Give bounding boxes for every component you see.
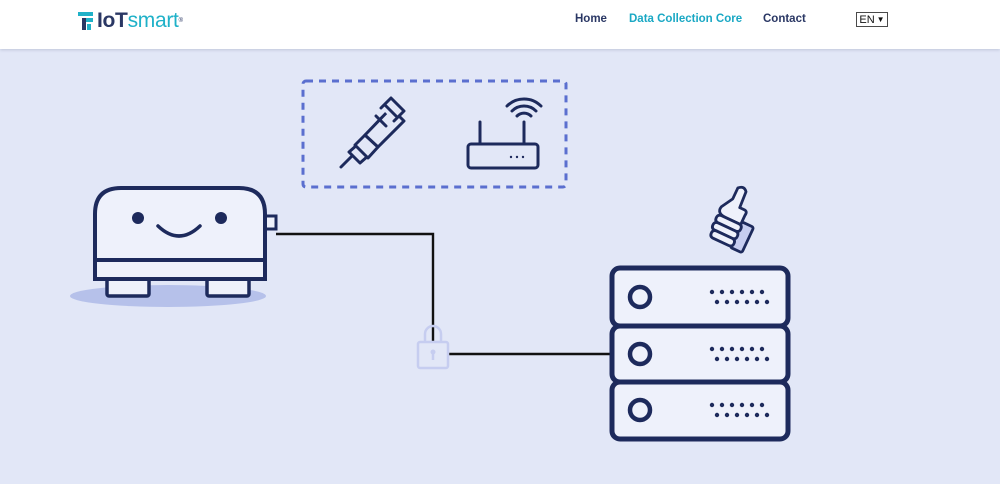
nav-link-contact[interactable]: Contact [763, 13, 806, 25]
connection-cables [276, 232, 612, 356]
nav-link-data-collection-core[interactable]: Data Collection Core [629, 13, 742, 25]
nav-link-home[interactable]: Home [575, 13, 607, 25]
logo-mark-icon [78, 12, 93, 30]
ethernet-plug-icon [339, 96, 406, 169]
logo-registered-mark: ® [178, 18, 184, 24]
language-select[interactable]: EN ▼ [856, 12, 888, 27]
logo-text-prefix: IoT [97, 9, 128, 32]
logo-text: IoTsmart [97, 9, 179, 33]
server-rack-icon [609, 265, 791, 442]
thumbs-up-icon [709, 185, 755, 254]
site-header: IoTsmart ® Home Data Collection Core Cont… [0, 0, 1000, 49]
connectivity-options-box [301, 79, 568, 189]
wifi-router-icon [466, 97, 543, 170]
iot-illustration [70, 79, 791, 442]
language-select-value: EN [859, 13, 875, 26]
chevron-down-icon: ▼ [876, 15, 885, 24]
smiling-device-icon [70, 186, 278, 307]
logo[interactable]: IoTsmart ® [78, 9, 183, 33]
logo-text-accent: smart [127, 9, 179, 32]
